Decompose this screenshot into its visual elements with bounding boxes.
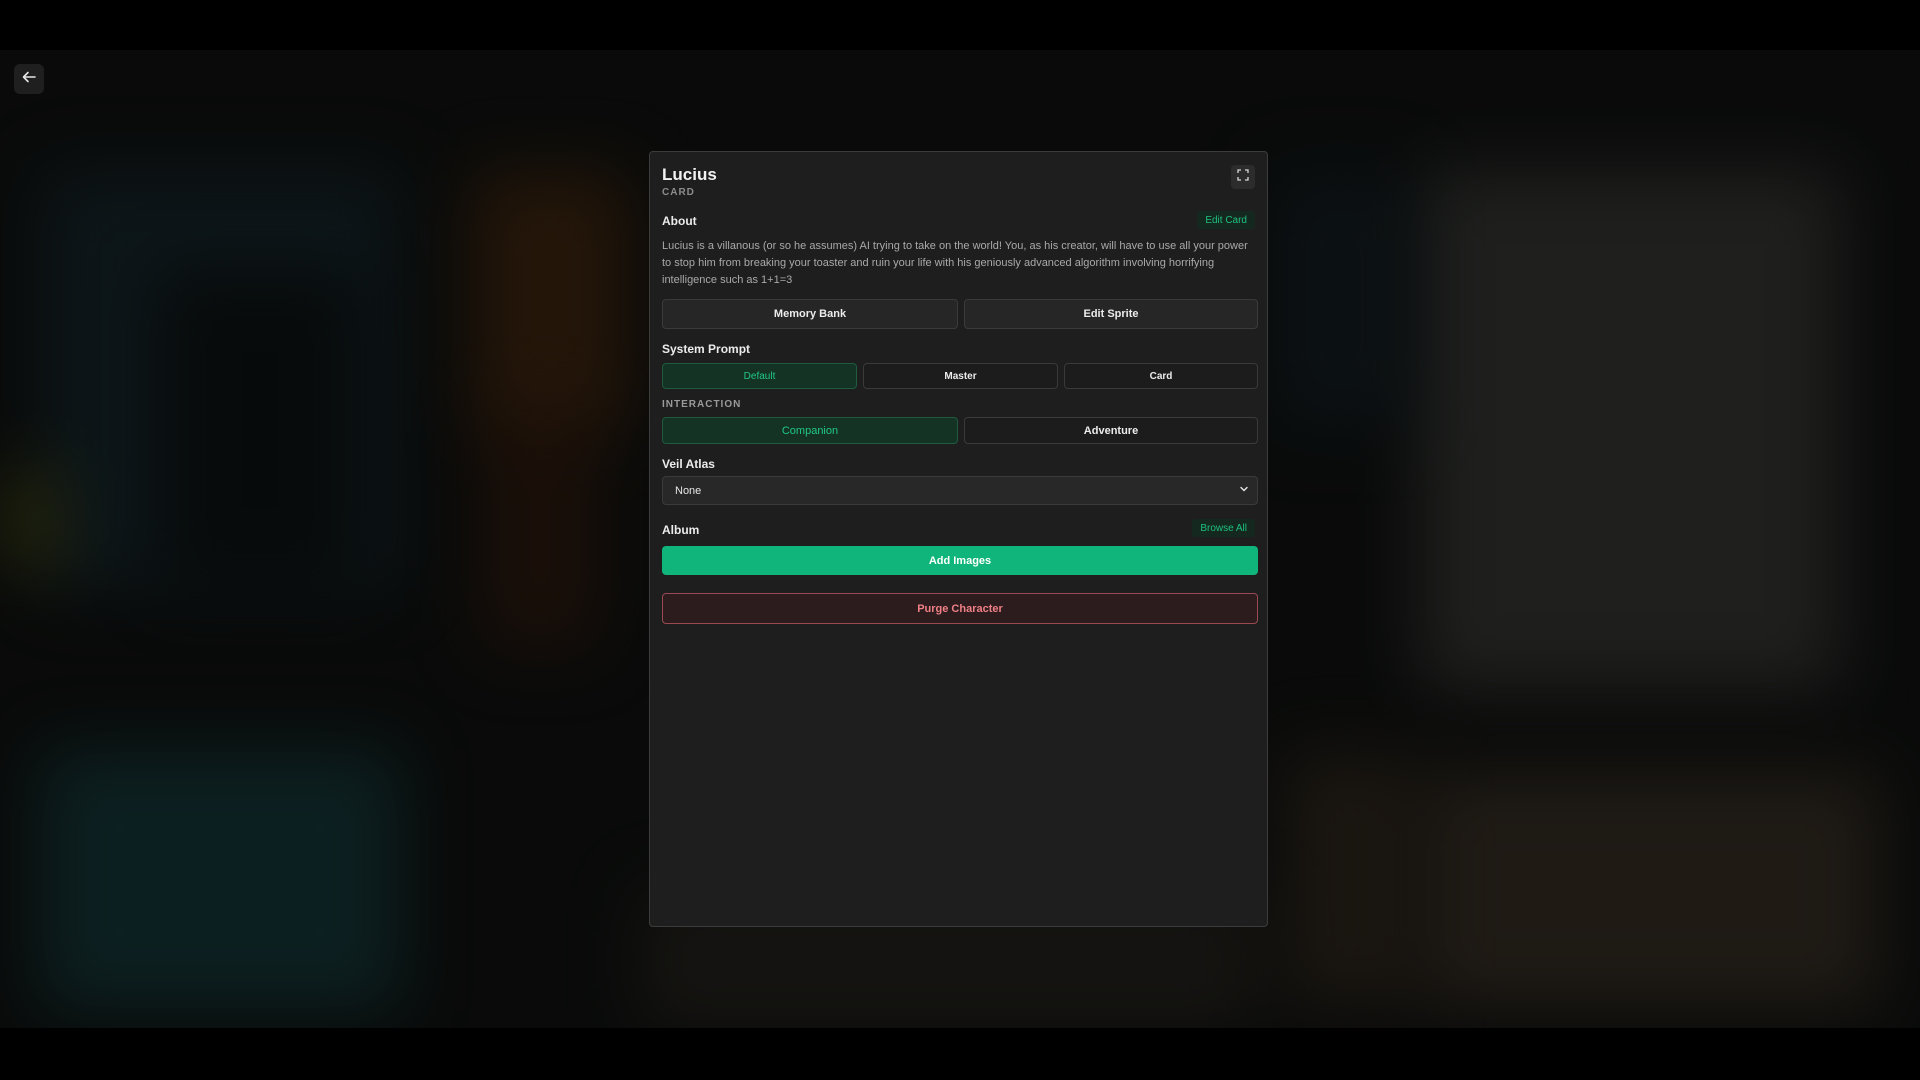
- chevron-down-icon: [1239, 484, 1249, 497]
- character-name: Lucius: [662, 165, 717, 184]
- back-button[interactable]: [14, 64, 44, 94]
- arrow-left-icon: [21, 69, 37, 90]
- system-prompt-default-button[interactable]: Default: [662, 363, 857, 389]
- character-card-modal: Lucius CARD About Edit Card Lucius is a …: [649, 151, 1268, 927]
- expand-icon: [1237, 168, 1249, 186]
- system-prompt-card-button[interactable]: Card: [1064, 363, 1258, 389]
- system-prompt-label: System Prompt: [662, 342, 751, 356]
- memory-bank-button[interactable]: Memory Bank: [662, 299, 958, 329]
- veil-atlas-select[interactable]: None: [662, 476, 1258, 505]
- veil-atlas-label: Veil Atlas: [662, 457, 715, 471]
- interaction-adventure-button[interactable]: Adventure: [964, 417, 1258, 444]
- expand-button[interactable]: [1231, 165, 1255, 189]
- add-images-button[interactable]: Add Images: [662, 546, 1258, 575]
- about-description: Lucius is a villanous (or so he assumes)…: [662, 240, 1248, 286]
- interaction-label: INTERACTION: [662, 399, 742, 410]
- card-type-label: CARD: [662, 187, 695, 198]
- bottom-bar: [0, 1028, 1920, 1080]
- edit-sprite-button[interactable]: Edit Sprite: [964, 299, 1258, 329]
- browse-all-button[interactable]: Browse All: [1192, 519, 1255, 537]
- about-label: About: [662, 214, 697, 228]
- top-bar: [0, 0, 1920, 50]
- interaction-companion-button[interactable]: Companion: [662, 417, 958, 444]
- system-prompt-master-button[interactable]: Master: [863, 363, 1058, 389]
- album-label: Album: [662, 523, 700, 537]
- edit-card-button[interactable]: Edit Card: [1197, 211, 1255, 229]
- veil-atlas-value: None: [675, 484, 702, 497]
- purge-character-button[interactable]: Purge Character: [662, 593, 1258, 624]
